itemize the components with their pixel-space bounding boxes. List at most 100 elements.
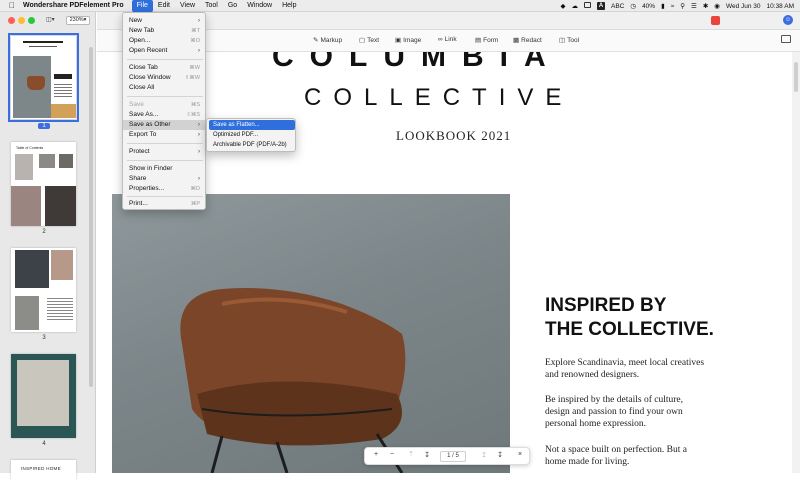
menu-item-properties-label: Properties... <box>129 185 165 192</box>
menu-item-close-window[interactable]: Close Window ⇧⌘W <box>123 73 205 83</box>
minimize-window-button[interactable] <box>18 17 25 24</box>
sidebar-scrollbar[interactable] <box>89 47 93 387</box>
dropbox-icon[interactable]: ◆ <box>561 2 566 10</box>
page-separator: / <box>452 453 454 459</box>
app-name-menu[interactable]: Wondershare PDFelement Pro <box>23 2 124 9</box>
menu-help[interactable]: Help <box>277 0 301 12</box>
battery-icon[interactable]: ▮ <box>661 2 665 10</box>
scroll-thumb[interactable] <box>794 62 798 92</box>
zoom-level-select[interactable]: 230%▾ <box>66 16 90 25</box>
close-navigation-button[interactable]: × <box>515 451 525 458</box>
menu-bar:  Wondershare PDFelement Pro File Edit V… <box>0 0 800 12</box>
link-label: Link <box>444 36 457 43</box>
account-avatar[interactable]: ☺ <box>783 15 793 25</box>
markup-tool-button[interactable]: ✎ Markup <box>313 36 342 45</box>
menu-item-print[interactable]: Print... ⌘P <box>123 199 205 209</box>
thumb-subtitle-text <box>29 46 57 47</box>
menu-window[interactable]: Window <box>242 0 277 12</box>
menu-item-export-to[interactable]: Export To › <box>123 130 205 140</box>
menu-item-share[interactable]: Share › <box>123 174 205 184</box>
submenu-item-archivable-pdf[interactable]: Archivable PDF (PDF/A-2b) <box>209 140 295 150</box>
menu-file[interactable]: File <box>131 0 153 12</box>
bluetooth-icon[interactable]: ✱ <box>703 2 708 10</box>
thumb-footer-band <box>51 104 76 118</box>
link-tool-button[interactable]: ∞ Link <box>438 36 457 43</box>
menu-item-save-as-label: Save As... <box>129 111 159 118</box>
document-scrollbar[interactable] <box>792 52 800 473</box>
last-page-button[interactable]: ↧ <box>495 451 505 459</box>
menu-item-save-as-other[interactable]: Save as Other › <box>123 120 205 130</box>
submenu-arrow-icon: › <box>197 131 200 138</box>
zoom-window-button[interactable] <box>28 17 35 24</box>
zoom-out-button[interactable]: − <box>387 451 397 458</box>
text-tool-button[interactable]: ▢ Text <box>359 36 380 45</box>
screen-icon[interactable] <box>584 2 592 10</box>
siri-icon[interactable]: ◉ <box>714 2 720 10</box>
menu-separator <box>127 196 203 197</box>
shortcut-label: ⌘P <box>190 201 200 207</box>
sidebar-toggle-icon[interactable]: ◫▾ <box>46 16 62 25</box>
image-tool-button[interactable]: ▣ Image <box>395 36 421 45</box>
first-page-button[interactable]: ⤒ <box>406 451 416 459</box>
submenu-item-save-as-flatten[interactable]: Save as Flatten... <box>209 120 295 130</box>
doc-paragraph-3: Not a space built on perfection. But a h… <box>545 444 687 468</box>
control-center-icon[interactable]: ☰ <box>691 2 697 10</box>
para1-line2: and renowned designers. <box>545 370 640 380</box>
menu-item-open-recent-label: Open Recent <box>129 47 168 54</box>
input-source-icon[interactable]: A <box>597 2 606 10</box>
right-panel-toggle-icon[interactable] <box>781 35 791 43</box>
menu-item-close-all[interactable]: Close All <box>123 83 205 93</box>
page-thumbnail-4[interactable] <box>11 354 76 438</box>
menu-view[interactable]: View <box>175 0 200 12</box>
submenu-arrow-icon: › <box>197 47 200 54</box>
menu-item-close-tab[interactable]: Close Tab ⌘W <box>123 63 205 73</box>
previous-page-button[interactable]: ↧ <box>422 451 432 459</box>
search-icon[interactable]: ⚲ <box>680 2 685 10</box>
page-thumbnail-2[interactable]: Table of Contents <box>11 142 76 226</box>
wifi-icon[interactable]: ≈ <box>671 3 675 10</box>
thumb-image-1 <box>15 154 33 180</box>
menu-item-properties[interactable]: Properties... ⌘D <box>123 184 205 194</box>
menu-item-new-tab[interactable]: New Tab ⌘T <box>123 26 205 36</box>
close-window-button[interactable] <box>8 17 15 24</box>
menu-item-show-in-finder[interactable]: Show in Finder <box>123 164 205 174</box>
menu-edit[interactable]: Edit <box>153 0 175 12</box>
menubar-time: 10:38 AM <box>766 2 794 10</box>
cloud-icon[interactable]: ☁ <box>572 2 579 10</box>
tool-menu-button[interactable]: ◫ Tool <box>559 36 579 45</box>
menu-go[interactable]: Go <box>223 0 242 12</box>
menu-separator <box>127 160 203 161</box>
menu-item-save-as[interactable]: Save As... ⇧⌘S <box>123 110 205 120</box>
page-navigation-bar: + − ⤒ ↧ 1 / 5 ↥ ↧ × <box>364 447 530 465</box>
redact-tool-button[interactable]: ▩ Redact <box>513 36 542 45</box>
text-label: Text <box>367 36 380 44</box>
app-logo-icon <box>711 16 720 25</box>
pdf-document-page[interactable]: COLUMBIA COLLECTIVE LOOKBOOK 2021 INSPIR… <box>112 52 796 473</box>
form-tool-button[interactable]: ▤ Form <box>475 36 498 45</box>
thumb-text-block <box>47 298 73 320</box>
page-number-4: 4 <box>42 441 46 447</box>
next-page-up-button[interactable]: ↥ <box>479 451 489 459</box>
zoom-in-button[interactable]: + <box>371 451 381 458</box>
submenu-item-optimized-pdf[interactable]: Optimized PDF... <box>209 130 295 140</box>
menu-item-export-to-label: Export To <box>129 131 157 138</box>
page-thumbnail-1[interactable] <box>8 33 79 122</box>
page-thumbnail-5[interactable]: INSPIRED HOME <box>11 460 76 480</box>
page-number-field[interactable]: 1 / 5 <box>440 451 466 462</box>
menu-item-protect-label: Protect <box>129 148 150 155</box>
menu-tool[interactable]: Tool <box>200 0 223 12</box>
clock-icon[interactable]: ◷ <box>630 2 636 10</box>
menu-item-open-recent[interactable]: Open Recent › <box>123 46 205 56</box>
apple-icon[interactable]:  <box>9 0 19 12</box>
para2-line2: design and passion to find your own <box>545 407 683 417</box>
page-number-2: 2 <box>42 229 46 235</box>
thumb-image-a <box>51 250 73 280</box>
page-thumbnail-3[interactable] <box>11 248 76 332</box>
thumb-inspired-home-text: INSPIRED HOME <box>21 466 61 471</box>
chair-illustration <box>180 288 406 473</box>
menu-item-new[interactable]: New › <box>123 16 205 26</box>
menu-item-open[interactable]: Open... ⌘O <box>123 36 205 46</box>
menu-item-protect[interactable]: Protect › <box>123 147 205 157</box>
save-as-other-submenu: Save as Flatten... Optimized PDF... Arch… <box>206 118 296 152</box>
redact-icon: ▩ <box>513 37 520 44</box>
